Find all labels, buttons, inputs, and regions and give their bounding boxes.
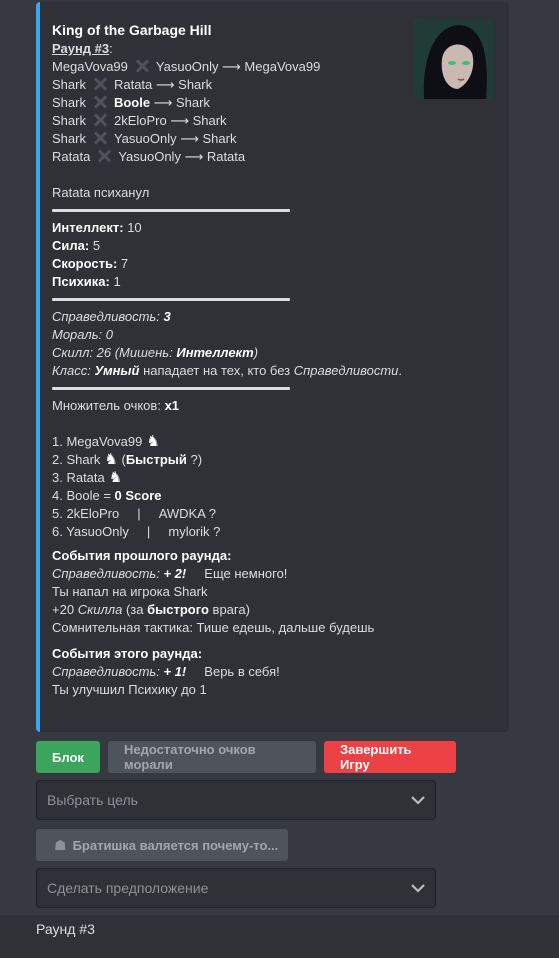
guess-dropdown[interactable]: Сделать предположение [36, 868, 436, 908]
guess-placeholder: Сделать предположение [47, 880, 209, 896]
fight-row: Shark Boole ⟶ Shark [52, 95, 210, 110]
prev-skill-row: +20 Скилла (за быстрого врага) [52, 602, 250, 617]
leaderboard-row: 6. YasuoOnly | mylorik ? [52, 524, 221, 539]
leaderboard-row: 3. Ratata ♞ [52, 469, 123, 486]
fight-row: Shark 2kEloPro ⟶ Shark [52, 113, 227, 128]
stat-row: Сила: 5 [52, 238, 101, 253]
prev-attack-row: Ты напал на игрока Shark [52, 584, 208, 599]
embed-title: King of the Garbage Hill [52, 22, 212, 38]
fight-row: Shark YasuoOnly ⟶ Shark [52, 131, 237, 146]
footer-text: Раунд #3 [36, 921, 95, 937]
not-enough-morale-button[interactable]: Недостаточно очков морали [108, 741, 316, 773]
justice-row: Справедливость: 3 [52, 309, 171, 324]
crossed-swords-icon [90, 77, 110, 91]
bro-button-label: Братишка валяется почему-то... [72, 837, 279, 853]
crossed-swords-icon [94, 149, 114, 163]
skill-row: Скилл: 26 (Мишень: Интеллект) [52, 345, 259, 360]
action-buttons: Блок Недостаточно очков морали Завершить… [36, 741, 456, 773]
fight-row: Shark Ratata ⟶ Shark [52, 77, 213, 92]
select-target-placeholder: Выбрать цель [47, 792, 138, 808]
chess-knight-icon: ♞ [104, 451, 118, 468]
leaderboard-row: 4. Boole = 0 Score [52, 488, 162, 503]
cur-upgrade-row: Ты улучшил Психику до 1 [52, 682, 207, 697]
fight-row: Ratata YasuoOnly ⟶ Ratata [52, 149, 246, 164]
multiplier-row: Множитель очков: x1 [52, 398, 180, 413]
crossed-swords-icon [90, 113, 110, 127]
prev-tactic-row: Сомнительная тактика: Тише едешь, дальше… [52, 620, 375, 635]
cur-justice-row: Справедливость: + 1! Верь в себя! [52, 664, 280, 679]
tombstone-icon: ☗ [54, 836, 67, 853]
chevron-down-icon [411, 884, 425, 893]
divider [52, 209, 290, 212]
stat-row: Интеллект: 10 [52, 220, 142, 235]
divider [52, 387, 290, 390]
leaderboard-row: 1. MegaVova99 ♞ [52, 433, 160, 450]
footer-bar: Раунд #3 [0, 915, 559, 958]
cur-events-title: События этого раунда: [52, 646, 203, 661]
divider [52, 298, 290, 301]
game-embed: King of the Garbage Hill Раунд #3: MegaV… [36, 2, 509, 732]
class-row: Класс: Умный нападает на тех, кто без Сп… [52, 363, 403, 378]
chess-knight-icon: ♞ [108, 469, 123, 486]
prev-justice-row: Справедливость: + 2! Еще немного! [52, 566, 288, 581]
leaderboard-row: 5. 2kEloPro | AWDKA ? [52, 506, 217, 521]
round-label: Раунд #3 [52, 41, 110, 56]
morale-row: Мораль: 0 [52, 327, 113, 342]
chess-knight-icon: ♞ [146, 433, 160, 450]
block-button[interactable]: Блок [36, 741, 100, 773]
chevron-down-icon [411, 796, 425, 805]
select-target-dropdown[interactable]: Выбрать цель [36, 780, 436, 820]
end-game-button[interactable]: Завершить Игру [324, 741, 456, 773]
leaderboard-row: 2. Shark ♞ (Быстрый ?) [52, 451, 203, 468]
fight-row: MegaVova99 YasuoOnly ⟶ MegaVova99 [52, 59, 321, 74]
crossed-swords-icon [90, 131, 110, 145]
stat-row: Скорость: 7 [52, 256, 129, 271]
crossed-swords-icon [90, 95, 110, 109]
bro-button[interactable]: ☗ Братишка валяется почему-то... [36, 829, 288, 861]
stat-row: Психика: 1 [52, 274, 121, 289]
prev-events-title: События прошлого раунда: [52, 548, 232, 563]
crossed-swords-icon [132, 59, 152, 73]
event-text: Ratata психанул [52, 185, 150, 200]
